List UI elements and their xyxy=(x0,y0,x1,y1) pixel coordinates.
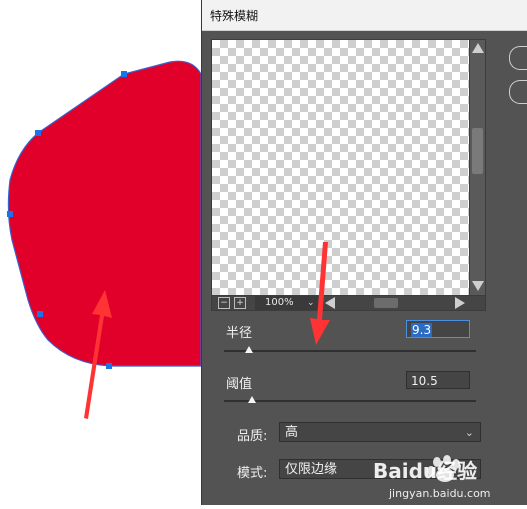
annotation-arrow-down xyxy=(310,242,330,345)
annotation-overlay xyxy=(310,242,330,345)
baidu-paw-logo: Baidu经验 jingyan.baidu.com xyxy=(373,455,491,500)
watermark-brand: Baidu经验 xyxy=(373,459,477,483)
watermark-url: jingyan.baidu.com xyxy=(388,487,491,500)
baidu-watermark: Baidu经验 jingyan.baidu.com xyxy=(369,453,527,505)
